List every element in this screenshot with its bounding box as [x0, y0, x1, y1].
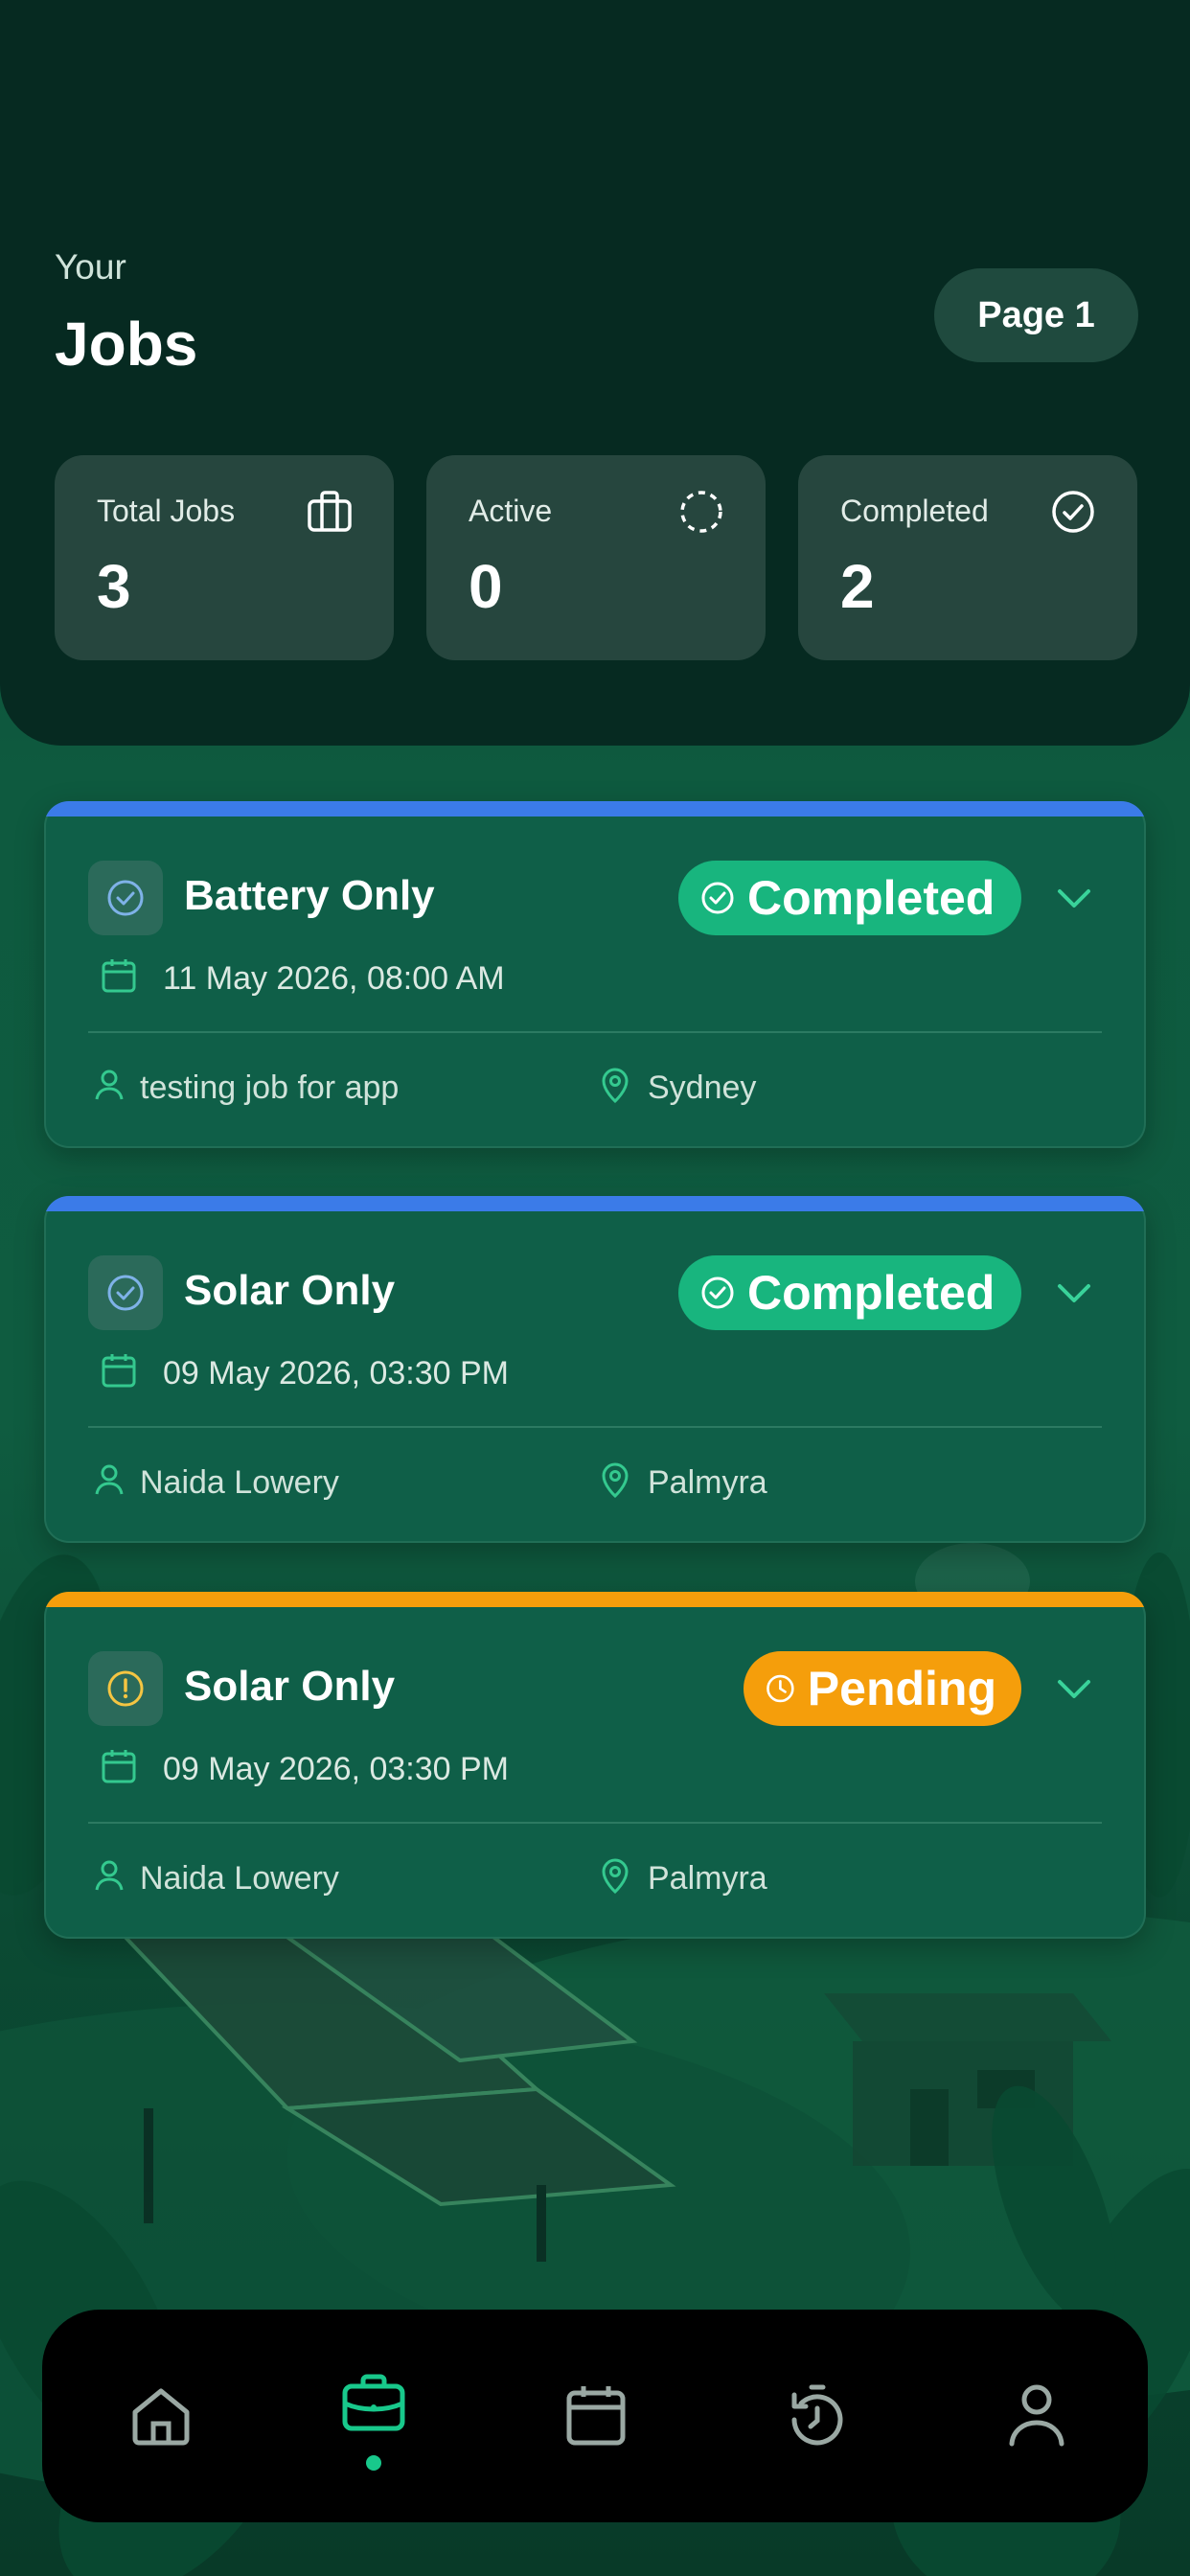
nav-profile[interactable]: [998, 2377, 1075, 2453]
job-customer: Naida Lowery: [140, 1464, 339, 1501]
stat-value: 0: [469, 552, 503, 621]
status-label: Completed: [747, 871, 995, 925]
job-card[interactable]: Battery Only Completed 11 May 2026, 08:0…: [44, 801, 1146, 1148]
stat-label: Completed: [840, 494, 989, 528]
chevron-down-icon[interactable]: [1052, 1271, 1096, 1315]
status-label: Completed: [747, 1266, 995, 1320]
page-title: Jobs: [55, 310, 198, 379]
card-accent-bar: [44, 1196, 1146, 1211]
card-accent-bar: [44, 801, 1146, 816]
calendar-icon: [102, 959, 136, 993]
job-title: Solar Only: [184, 1663, 396, 1710]
location-pin-icon: [602, 1858, 629, 1895]
stat-value: 2: [840, 552, 875, 621]
job-datetime: 11 May 2026, 08:00 AM: [163, 960, 505, 997]
job-datetime: 09 May 2026, 03:30 PM: [163, 1355, 510, 1392]
briefcase-icon: [308, 491, 352, 532]
check-circle-icon: [88, 861, 163, 935]
job-card[interactable]: Solar Only Pending 09 May 2026, 03:30 PM…: [44, 1592, 1146, 1939]
person-icon: [95, 1860, 124, 1891]
nav-calendar[interactable]: [558, 2377, 634, 2453]
job-location: Palmyra: [648, 1860, 767, 1897]
job-customer: Naida Lowery: [140, 1860, 339, 1897]
stat-card-total-jobs: Total Jobs 3: [55, 455, 394, 660]
card-accent-bar: [44, 1592, 1146, 1607]
check-circle-icon: [701, 1276, 734, 1309]
nav-jobs[interactable]: [335, 2365, 412, 2442]
profile-icon: [1009, 2384, 1064, 2447]
clock-icon: [767, 1674, 794, 1703]
stat-card-active: Active 0: [426, 455, 766, 660]
check-circle-icon: [88, 1255, 163, 1330]
page-indicator-button[interactable]: Page 1: [934, 268, 1138, 362]
job-customer: testing job for app: [140, 1070, 400, 1106]
chevron-down-icon[interactable]: [1052, 876, 1096, 920]
job-title: Solar Only: [184, 1267, 396, 1314]
calendar-icon: [566, 2386, 626, 2446]
active-indicator: [366, 2455, 381, 2471]
timer-history-icon: [791, 2384, 843, 2446]
chevron-down-icon[interactable]: [1052, 1667, 1096, 1711]
home-icon: [132, 2388, 190, 2446]
divider: [88, 1426, 1102, 1428]
person-icon: [95, 1070, 124, 1100]
person-icon: [95, 1464, 124, 1495]
nav-history[interactable]: [778, 2377, 855, 2453]
stat-label: Total Jobs: [97, 494, 236, 528]
alert-circle-icon: [88, 1651, 163, 1726]
dashed-circle-icon: [680, 491, 722, 533]
status-badge: Pending: [744, 1651, 1021, 1726]
bottom-navigation: [42, 2310, 1148, 2522]
check-circle-icon: [701, 882, 734, 914]
stat-label: Active: [469, 494, 553, 528]
location-pin-icon: [602, 1068, 629, 1104]
calendar-icon: [102, 1750, 136, 1783]
header-panel: Your Jobs Page 1 Total Jobs 3 Active 0 C…: [0, 0, 1190, 746]
job-datetime: 09 May 2026, 03:30 PM: [163, 1751, 510, 1787]
status-badge: Completed: [678, 1255, 1021, 1330]
divider: [88, 1822, 1102, 1824]
job-location: Palmyra: [648, 1464, 767, 1501]
status-label: Pending: [807, 1662, 996, 1715]
briefcase-icon: [342, 2374, 405, 2431]
job-location: Sydney: [648, 1070, 757, 1106]
job-title: Battery Only: [184, 872, 435, 919]
check-circle-icon: [1052, 491, 1094, 533]
nav-home[interactable]: [123, 2377, 199, 2453]
stat-value: 3: [97, 552, 131, 621]
status-badge: Completed: [678, 861, 1021, 935]
stat-card-completed: Completed 2: [798, 455, 1137, 660]
job-card[interactable]: Solar Only Completed 09 May 2026, 03:30 …: [44, 1196, 1146, 1543]
divider: [88, 1031, 1102, 1033]
calendar-icon: [102, 1354, 136, 1388]
header-subtitle: Your: [55, 247, 126, 287]
location-pin-icon: [602, 1462, 629, 1499]
